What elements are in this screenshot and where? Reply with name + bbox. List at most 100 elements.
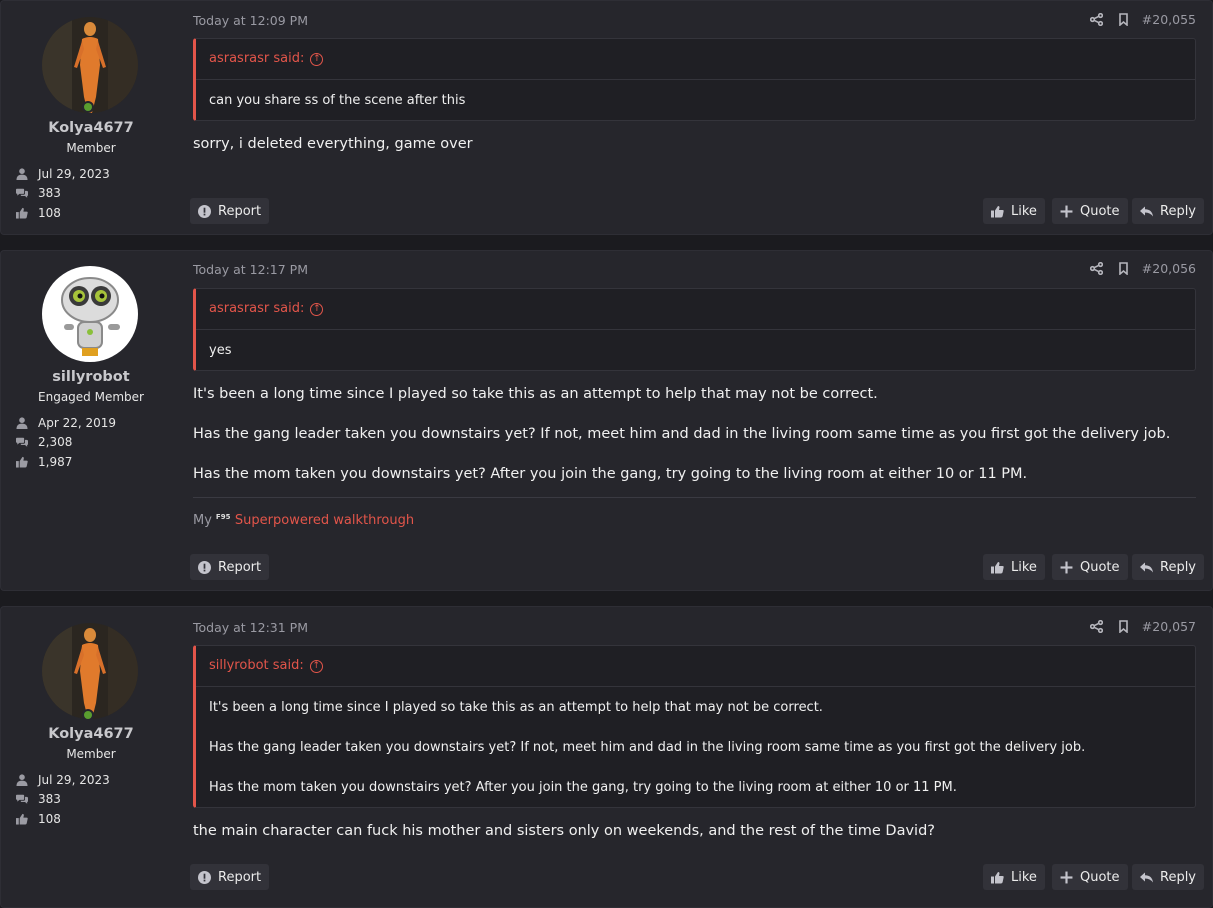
reactions-stat: 108 [16, 812, 61, 826]
user-icon [16, 168, 28, 180]
post-body-line: It's been a long time since I played so … [193, 386, 878, 402]
user-icon [16, 417, 28, 429]
signature-link[interactable]: Superpowered walkthrough [235, 513, 414, 528]
report-label: Report [218, 559, 262, 575]
quote-button[interactable]: Quote [1052, 864, 1128, 890]
post-number[interactable]: #20,057 [1142, 619, 1196, 634]
quote-line: Has the gang leader taken you downstairs… [209, 740, 1086, 755]
reply-label: Reply [1160, 559, 1197, 575]
reactions-stat: 108 [16, 206, 61, 220]
joined-value: Jul 29, 2023 [38, 773, 110, 787]
thumbs-up-icon [16, 207, 28, 219]
post-body-line: the main character can fuck his mother a… [193, 823, 935, 839]
share-icon[interactable] [1089, 13, 1103, 26]
post: Kolya4677 Member Jul 29, 2023 383 108 To… [0, 606, 1213, 908]
like-button[interactable]: Like [983, 554, 1045, 580]
user-title: Member [66, 141, 116, 155]
arrow-up-circle-icon[interactable]: ↑ [310, 302, 324, 316]
comments-icon [16, 187, 28, 199]
post-date[interactable]: Today at 12:17 PM [193, 262, 308, 277]
avatar[interactable] [42, 266, 138, 362]
like-button[interactable]: Like [983, 198, 1045, 224]
messages-value: 383 [38, 792, 61, 806]
quote-button[interactable]: Quote [1052, 554, 1128, 580]
f95-logo: F95 [215, 513, 231, 521]
reply-label: Reply [1160, 203, 1197, 219]
bookmark-icon[interactable] [1117, 13, 1130, 26]
quote-line: can you share ss of the scene after this [209, 93, 466, 108]
share-icon[interactable] [1089, 620, 1103, 633]
joined-stat: Jul 29, 2023 [16, 167, 110, 181]
comments-icon [16, 436, 28, 448]
quote-label: Quote [1080, 203, 1120, 219]
comments-icon [16, 793, 28, 805]
quote-author[interactable]: asrasrasr said: [209, 39, 304, 79]
arrow-up-circle-icon[interactable]: ↑ [309, 659, 323, 673]
exclamation-circle-icon [198, 205, 211, 218]
reactions-value: 108 [38, 812, 61, 826]
reply-label: Reply [1160, 869, 1197, 885]
post-body-line: Has the gang leader taken you downstairs… [193, 426, 1171, 442]
user-icon [16, 774, 28, 786]
share-icon[interactable] [1089, 262, 1103, 275]
bookmark-icon[interactable] [1117, 262, 1130, 275]
bookmark-icon[interactable] [1117, 620, 1130, 633]
reply-button[interactable]: Reply [1132, 198, 1205, 224]
quote-block: asrasrasr said: ↑ can you share ss of th… [193, 38, 1196, 121]
quote-button[interactable]: Quote [1052, 198, 1128, 224]
report-button[interactable]: Report [190, 864, 270, 890]
post-top-actions: #20,055 [1076, 12, 1196, 27]
post-body-line: Has the mom taken you downstairs yet? Af… [193, 466, 1028, 482]
arrow-up-circle-icon[interactable]: ↑ [310, 52, 324, 66]
quote-author[interactable]: sillyrobot said: [209, 646, 304, 686]
post-date[interactable]: Today at 12:09 PM [193, 13, 308, 28]
report-button[interactable]: Report [190, 198, 270, 224]
avatar[interactable] [42, 17, 138, 113]
reply-button[interactable]: Reply [1132, 864, 1205, 890]
post: Kolya4677 Member Jul 29, 2023 383 108 To… [0, 0, 1213, 235]
user-title: Member [66, 747, 116, 761]
reactions-value: 108 [38, 206, 61, 220]
post-number[interactable]: #20,056 [1142, 261, 1196, 276]
signature-prefix: My [193, 513, 212, 528]
online-indicator [82, 101, 94, 113]
avatar[interactable] [42, 623, 138, 719]
reply-button[interactable]: Reply [1132, 554, 1205, 580]
post-number[interactable]: #20,055 [1142, 12, 1196, 27]
like-label: Like [1011, 869, 1037, 885]
thumbs-up-icon [991, 561, 1004, 574]
joined-stat: Jul 29, 2023 [16, 773, 110, 787]
report-button[interactable]: Report [190, 554, 270, 580]
quote-header[interactable]: asrasrasr said: ↑ [196, 39, 1195, 80]
username[interactable]: sillyrobot [1, 369, 181, 385]
like-button[interactable]: Like [983, 864, 1045, 890]
plus-icon [1060, 561, 1073, 574]
quote-block: sillyrobot said: ↑ It's been a long time… [193, 645, 1196, 808]
post-body-line: sorry, i deleted everything, game over [193, 136, 473, 152]
thumbs-up-icon [16, 813, 28, 825]
quote-header[interactable]: sillyrobot said: ↑ [196, 646, 1195, 687]
like-label: Like [1011, 203, 1037, 219]
post-top-actions: #20,056 [1076, 261, 1196, 276]
thumbs-up-icon [16, 456, 28, 468]
quote-header[interactable]: asrasrasr said: ↑ [196, 289, 1195, 330]
messages-stat: 2,308 [16, 435, 72, 449]
quote-line: Has the mom taken you downstairs yet? Af… [209, 780, 957, 795]
signature-divider [193, 497, 1196, 498]
user-title: Engaged Member [38, 390, 144, 404]
post-top-actions: #20,057 [1076, 619, 1196, 634]
username[interactable]: Kolya4677 [1, 120, 181, 136]
messages-stat: 383 [16, 792, 61, 806]
report-label: Report [218, 869, 262, 885]
report-label: Report [218, 203, 262, 219]
quote-line: It's been a long time since I played so … [209, 700, 823, 715]
reply-icon [1140, 871, 1153, 884]
plus-icon [1060, 871, 1073, 884]
quote-author[interactable]: asrasrasr said: [209, 289, 304, 329]
thumbs-up-icon [991, 871, 1004, 884]
exclamation-circle-icon [198, 561, 211, 574]
plus-icon [1060, 205, 1073, 218]
exclamation-circle-icon [198, 871, 211, 884]
post-date[interactable]: Today at 12:31 PM [193, 620, 308, 635]
username[interactable]: Kolya4677 [1, 726, 181, 742]
